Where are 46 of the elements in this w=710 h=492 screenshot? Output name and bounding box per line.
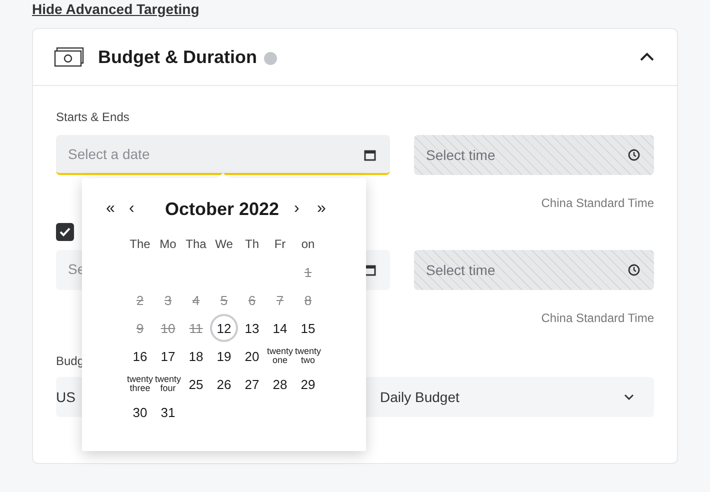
calendar-day[interactable]: 31 xyxy=(154,398,182,426)
timezone-label: China Standard Time xyxy=(540,311,654,325)
weekday-label: Tha xyxy=(184,236,208,253)
calendar-day[interactable]: 13 xyxy=(238,314,266,342)
calendar-day[interactable]: 19 xyxy=(210,342,238,370)
calendar-day[interactable]: 30 xyxy=(126,398,154,426)
field-label: Starts & Ends xyxy=(56,110,130,126)
next-nav-button[interactable]: › xyxy=(294,200,317,218)
end-checkbox[interactable] xyxy=(56,223,74,241)
month-title: October 2022 xyxy=(164,198,280,220)
calendar-day[interactable]: 14 xyxy=(266,314,294,342)
date-field[interactable]: Select a date xyxy=(56,135,390,175)
calendar-day[interactable]: 26 xyxy=(210,370,238,398)
calendar-day[interactable]: 18 xyxy=(182,342,210,370)
prev-nav-button[interactable]: « xyxy=(106,200,129,218)
weekday-label: The xyxy=(128,236,152,253)
calendar-day[interactable]: 12 xyxy=(210,314,238,342)
calendar-icon[interactable] xyxy=(364,149,376,161)
section-title: Budget & Duration xyxy=(98,46,257,68)
calendar-day[interactable]: 25 xyxy=(182,370,210,398)
weekday-label: Th xyxy=(244,236,260,253)
weekday-label: on xyxy=(300,236,316,253)
calendar-day[interactable]: 17 xyxy=(154,342,182,370)
weekday-label: We xyxy=(214,236,234,253)
calendar-day[interactable]: 29 xyxy=(294,370,322,398)
clock-icon[interactable] xyxy=(628,264,640,276)
calendar-day[interactable]: 15 xyxy=(294,314,322,342)
collapse-button[interactable] xyxy=(639,52,655,62)
calendar-day[interactable]: 28 xyxy=(266,370,294,398)
calendar-day[interactable]: 27 xyxy=(238,370,266,398)
calendar-day[interactable]: 20 xyxy=(238,342,266,370)
calendar-day[interactable]: twenty three xyxy=(126,370,154,398)
prev-nav-button[interactable]: ‹ xyxy=(129,200,152,218)
cash-icon xyxy=(54,47,84,67)
clock-icon[interactable] xyxy=(628,149,640,161)
chevron-down-icon xyxy=(624,394,634,400)
next-nav-button[interactable]: » xyxy=(317,200,340,218)
hide-targeting-link[interactable]: Hide Advanced Targeting xyxy=(32,0,200,18)
calendar-day[interactable]: twenty two xyxy=(294,342,322,370)
weekday-label: Mo xyxy=(158,236,178,253)
calendar-day[interactable]: twenty four xyxy=(154,370,182,398)
timezone-label: China Standard Time xyxy=(540,196,654,210)
calendar-day[interactable]: 16 xyxy=(126,342,154,370)
calendar-day[interactable]: twenty one xyxy=(266,342,294,370)
weekday-label: Fr xyxy=(273,236,287,253)
check-icon xyxy=(59,227,71,237)
